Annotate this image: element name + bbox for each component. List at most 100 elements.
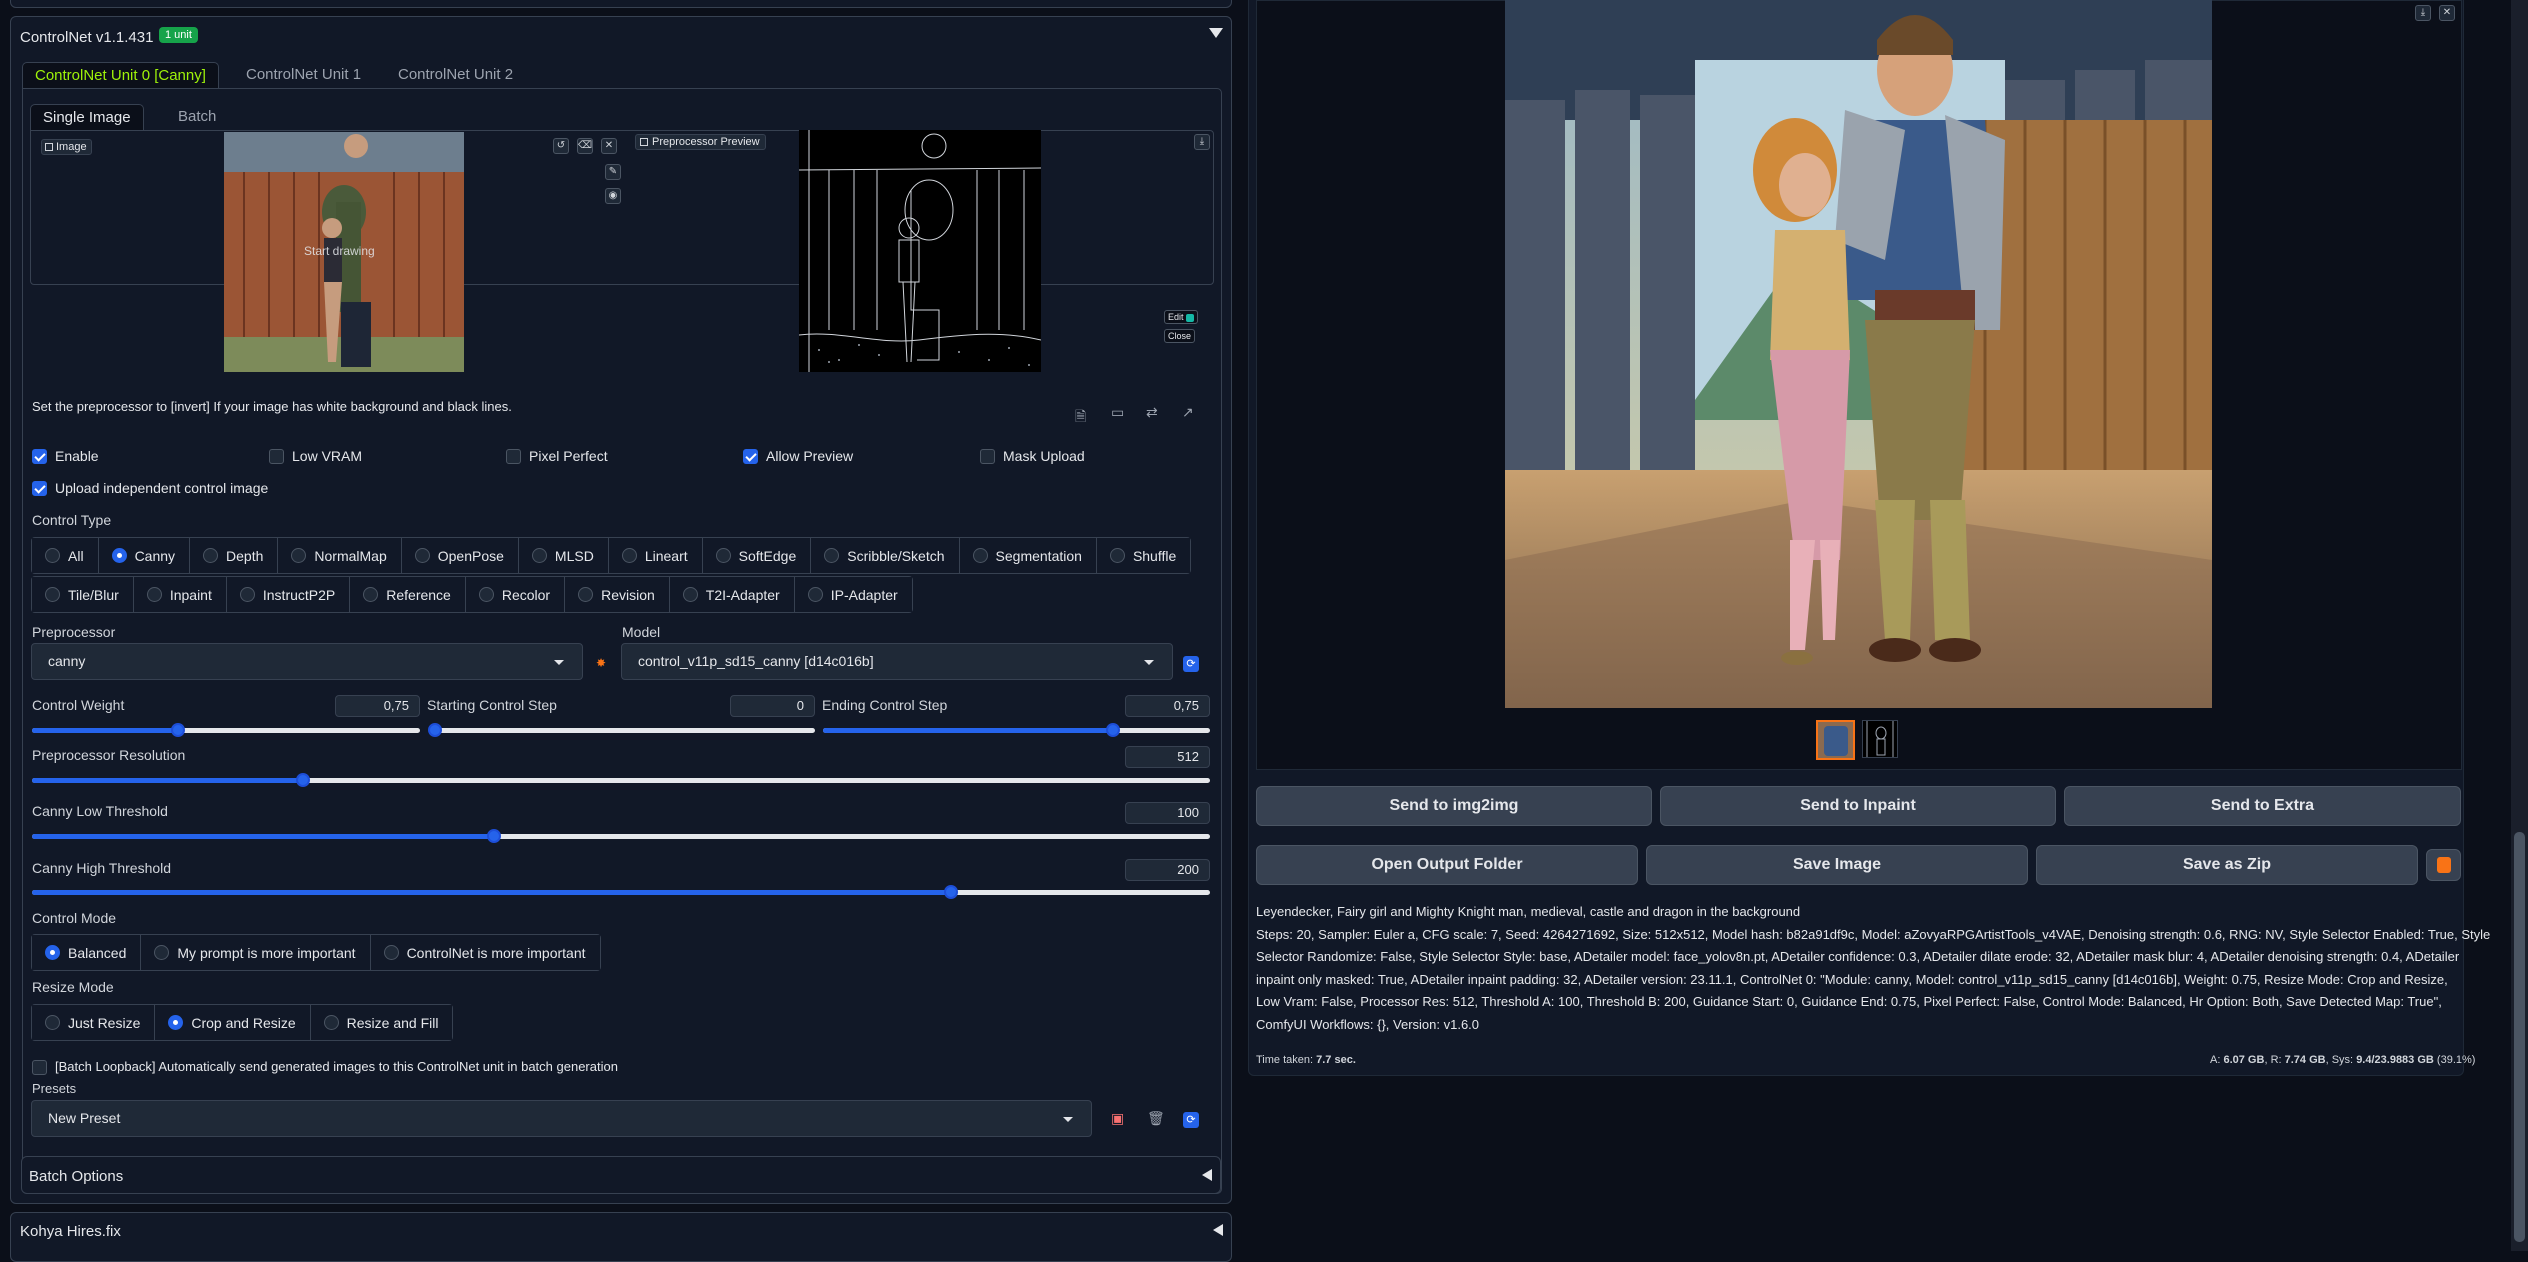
send-dimensions-icon[interactable]: ↗ xyxy=(1182,404,1194,421)
send-to-extra-button[interactable]: Send to Extra xyxy=(2064,786,2461,826)
pixel-perfect-checkbox[interactable] xyxy=(506,449,521,464)
control-type-tile-blur[interactable]: Tile/Blur xyxy=(32,577,134,612)
control-type-segmentation[interactable]: Segmentation xyxy=(959,538,1097,573)
low-vram-checkbox[interactable] xyxy=(269,449,284,464)
canny-edges xyxy=(799,130,1041,372)
color-icon[interactable]: ◉ xyxy=(605,188,621,204)
expand-triangle-icon xyxy=(1202,1169,1212,1181)
extra-tools-button[interactable] xyxy=(2426,849,2461,881)
slider-thumb[interactable] xyxy=(295,773,310,787)
tab-unit-1[interactable]: ControlNet Unit 1 xyxy=(234,62,373,88)
control-weight-input[interactable]: 0,75 xyxy=(335,695,420,717)
close-button[interactable]: Close xyxy=(1164,329,1196,343)
canny-low-input[interactable]: 100 xyxy=(1125,802,1210,824)
run-preprocessor-icon[interactable]: ✸ xyxy=(596,657,608,669)
download-icon[interactable]: ⤓ xyxy=(1194,134,1210,150)
thumbnail-2[interactable] xyxy=(1862,720,1898,758)
ending-step-input[interactable]: 0,75 xyxy=(1125,695,1210,717)
save-preset-icon[interactable]: ▣ xyxy=(1111,1110,1124,1127)
resize-mode-just[interactable]: Just Resize xyxy=(32,1005,156,1040)
canny-low-slider[interactable] xyxy=(32,829,1210,843)
tab-single-image[interactable]: Single Image xyxy=(30,104,144,130)
erase-icon[interactable]: ⌫ xyxy=(577,138,593,154)
control-type-instructp2p[interactable]: InstructP2P xyxy=(226,577,351,612)
slider-fill xyxy=(32,778,303,783)
control-type-revision[interactable]: Revision xyxy=(565,577,670,612)
generated-image[interactable] xyxy=(1505,0,2212,708)
webcam-icon[interactable]: ▭ xyxy=(1111,404,1124,421)
control-type-softedge[interactable]: SoftEdge xyxy=(702,538,812,573)
slider-thumb[interactable] xyxy=(943,885,958,899)
thumb-art xyxy=(1824,726,1848,756)
new-canvas-icon[interactable]: 🗎 xyxy=(1075,406,1086,430)
allow-preview-checkbox[interactable] xyxy=(743,449,758,464)
batch-options-accordion[interactable]: Batch Options xyxy=(21,1156,1221,1194)
control-type-t2i-adapter[interactable]: T2I-Adapter xyxy=(669,577,795,612)
tab-unit-0[interactable]: ControlNet Unit 0 [Canny] xyxy=(22,62,219,88)
input-image-canvas[interactable]: Start drawing xyxy=(224,132,464,372)
starting-step-input[interactable]: 0 xyxy=(730,695,815,717)
control-weight-slider[interactable] xyxy=(32,723,420,737)
radio-dot xyxy=(972,548,988,563)
preprocessor-select[interactable]: canny xyxy=(31,643,583,680)
tab-batch[interactable]: Batch xyxy=(166,104,228,130)
control-type-reference[interactable]: Reference xyxy=(350,577,466,612)
control-type-canny[interactable]: Canny xyxy=(98,538,191,573)
presets-label: Presets xyxy=(32,1081,77,1096)
control-mode-prompt[interactable]: My prompt is more important xyxy=(141,935,371,970)
control-mode-balanced[interactable]: Balanced xyxy=(32,935,142,970)
slider-thumb[interactable] xyxy=(486,829,501,843)
save-as-zip-button[interactable]: Save as Zip xyxy=(2036,845,2418,885)
resize-mode-fill[interactable]: Resize and Fill xyxy=(310,1005,453,1040)
scrollbar-thumb[interactable] xyxy=(2514,832,2525,1242)
canny-high-input[interactable]: 200 xyxy=(1125,859,1210,881)
ending-step-slider[interactable] xyxy=(823,723,1210,737)
page-scrollbar[interactable] xyxy=(2511,0,2528,1251)
close-icon[interactable]: ✕ xyxy=(2439,5,2455,21)
control-type-all[interactable]: All xyxy=(32,538,99,573)
refresh-presets-icon[interactable]: ⟳ xyxy=(1183,1112,1199,1128)
open-output-folder-button[interactable]: Open Output Folder xyxy=(1256,845,1638,885)
upload-independent-checkbox[interactable] xyxy=(32,481,47,496)
download-icon[interactable]: ⤓ xyxy=(2415,5,2431,21)
control-type-ip-adapter[interactable]: IP-Adapter xyxy=(794,577,912,612)
clear-icon[interactable]: ✕ xyxy=(601,138,617,154)
canny-high-slider[interactable] xyxy=(32,885,1210,899)
delete-preset-icon[interactable]: 🗑 xyxy=(1147,1110,1165,1127)
brush-icon[interactable]: ✎ xyxy=(605,164,621,180)
slider-thumb[interactable] xyxy=(170,723,185,737)
control-type-scribble-sketch[interactable]: Scribble/Sketch xyxy=(811,538,960,573)
control-type-normalmap[interactable]: NormalMap xyxy=(278,538,402,573)
control-type-depth[interactable]: Depth xyxy=(190,538,279,573)
control-type-inpaint[interactable]: Inpaint xyxy=(133,577,227,612)
save-image-button[interactable]: Save Image xyxy=(1646,845,2028,885)
control-type-shuffle[interactable]: Shuffle xyxy=(1096,538,1191,573)
preproc-res-slider[interactable] xyxy=(32,773,1210,787)
collapse-triangle-icon[interactable] xyxy=(1209,28,1223,38)
presets-select[interactable]: New Preset xyxy=(31,1100,1092,1137)
model-select[interactable]: control_v11p_sd15_canny [d14c016b] xyxy=(621,643,1173,680)
enable-checkbox[interactable] xyxy=(32,449,47,464)
control-type-lineart[interactable]: Lineart xyxy=(608,538,703,573)
mirror-icon[interactable]: ⇄ xyxy=(1146,404,1158,421)
undo-icon[interactable]: ↺ xyxy=(553,138,569,154)
edit-button[interactable]: Edit xyxy=(1164,310,1199,324)
control-type-label-text: Shuffle xyxy=(1132,547,1177,564)
send-to-inpaint-button[interactable]: Send to Inpaint xyxy=(1660,786,2056,826)
starting-step-slider[interactable] xyxy=(428,723,815,737)
mask-upload-checkbox[interactable] xyxy=(980,449,995,464)
resize-mode-crop[interactable]: Crop and Resize xyxy=(155,1005,311,1040)
preproc-res-input[interactable]: 512 xyxy=(1125,746,1210,768)
control-mode-controlnet[interactable]: ControlNet is more important xyxy=(370,935,600,970)
batch-loopback-checkbox[interactable] xyxy=(32,1060,47,1075)
control-type-mlsd[interactable]: MLSD xyxy=(518,538,609,573)
tab-unit-2[interactable]: ControlNet Unit 2 xyxy=(386,62,525,88)
refresh-models-icon[interactable]: ⟳ xyxy=(1183,656,1199,672)
thumbnail-1[interactable] xyxy=(1816,720,1855,760)
control-mode-group: Balanced My prompt is more important Con… xyxy=(31,934,601,971)
slider-thumb[interactable] xyxy=(428,723,442,737)
send-to-img2img-button[interactable]: Send to img2img xyxy=(1256,786,1652,826)
control-type-openpose[interactable]: OpenPose xyxy=(401,538,519,573)
control-type-recolor[interactable]: Recolor xyxy=(465,577,566,612)
kohya-accordion[interactable]: Kohya Hires.fix xyxy=(10,1212,1232,1262)
